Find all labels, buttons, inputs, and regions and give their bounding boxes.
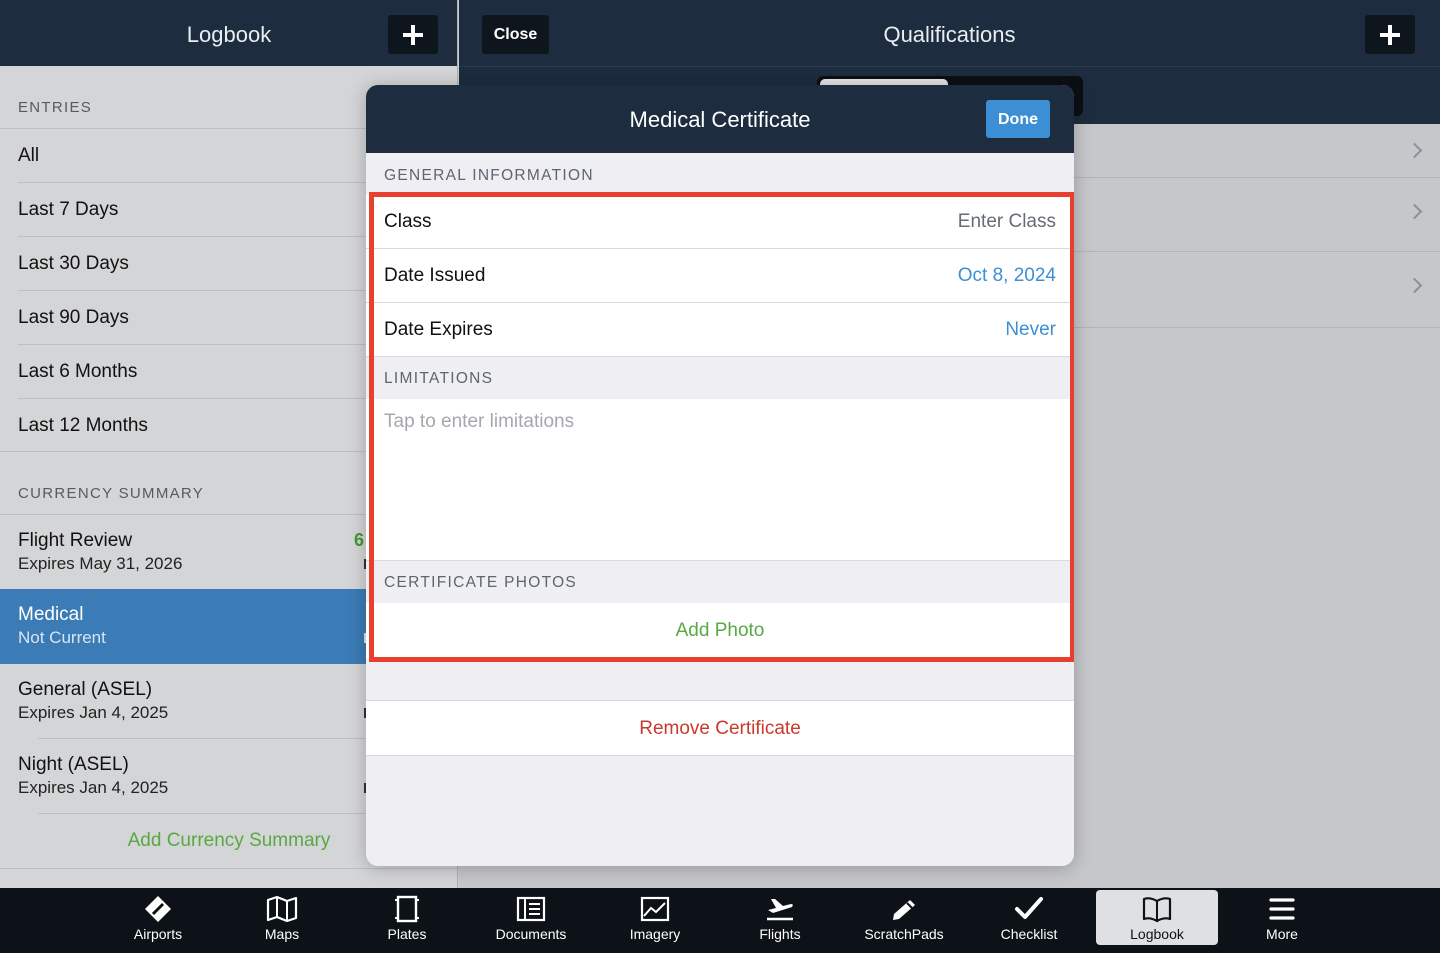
date-expires-row[interactable]: Date Expires Never (366, 303, 1074, 357)
tab-label: ScratchPads (864, 926, 944, 942)
date-expires-label: Date Expires (384, 319, 493, 340)
tab-label: Plates (387, 926, 427, 942)
airports-icon (145, 896, 171, 922)
currency-title: Medical (18, 604, 84, 625)
limitations-placeholder: Tap to enter limitations (384, 411, 575, 432)
tab-imagery[interactable]: Imagery (594, 888, 716, 953)
currency-summary-header: CURRENCY SUMMARY (18, 485, 205, 502)
tab-plates[interactable]: Plates (346, 888, 468, 953)
documents-icon (516, 896, 546, 922)
tab-label: Logbook (1130, 926, 1184, 942)
done-button[interactable]: Done (986, 100, 1050, 138)
tab-documents[interactable]: Documents (470, 888, 592, 953)
chevron-right-icon (1406, 203, 1423, 220)
dialog-title: Medical Certificate (629, 107, 811, 132)
class-input[interactable]: Enter Class (958, 195, 1056, 249)
class-label: Class (384, 211, 432, 232)
qualifications-header: Close Qualifications (459, 0, 1440, 66)
currency-subtitle: Expires Jan 4, 2025 (18, 778, 169, 797)
general-information-header: GENERAL INFORMATION (384, 167, 594, 184)
tab-label: Maps (264, 926, 300, 942)
checklist-icon (1015, 897, 1043, 919)
imagery-icon (640, 896, 670, 922)
dialog-header: Medical Certificate Done (366, 85, 1074, 153)
tab-scratchpads[interactable]: ScratchPads (843, 888, 965, 953)
medical-certificate-dialog: Medical Certificate Done GENERAL INFORMA… (366, 85, 1074, 866)
tab-label: Imagery (629, 926, 681, 942)
maps-icon (266, 895, 298, 923)
tab-label: More (1266, 926, 1298, 942)
currency-title: General (ASEL) (18, 679, 153, 700)
currency-subtitle: Expires Jan 4, 2025 (18, 703, 169, 722)
tab-flights[interactable]: Flights (719, 888, 841, 953)
tab-label: Documents (495, 926, 567, 942)
limitations-header: LIMITATIONS (384, 370, 494, 387)
class-row[interactable]: Class Enter Class (366, 195, 1074, 249)
date-issued-label: Date Issued (384, 265, 486, 286)
entries-header: ENTRIES (18, 99, 93, 116)
currency-subtitle: Expires May 31, 2026 (18, 554, 183, 573)
currency-title: Night (ASEL) (18, 754, 129, 775)
more-icon (1269, 898, 1295, 920)
scratchpads-icon (893, 900, 915, 920)
tab-checklist[interactable]: Checklist (968, 888, 1090, 953)
tab-more[interactable]: More (1221, 888, 1343, 953)
logbook-header: Logbook (0, 0, 457, 66)
qualifications-title: Qualifications (883, 22, 1016, 47)
tab-bar: Airports Maps Plates Documents Imagery F… (0, 888, 1440, 953)
certificate-photos-header: CERTIFICATE PHOTOS (384, 574, 578, 591)
flights-icon (767, 899, 793, 921)
divider (0, 868, 457, 869)
tab-label: Checklist (1000, 926, 1058, 942)
tab-label: Airports (133, 926, 183, 942)
date-issued-value[interactable]: Oct 8, 2024 (958, 249, 1056, 303)
date-expires-value[interactable]: Never (1005, 303, 1056, 357)
currency-value: 6 (354, 530, 365, 550)
limitations-textarea[interactable]: Tap to enter limitations (366, 399, 1074, 561)
tab-maps[interactable]: Maps (221, 888, 343, 953)
chevron-right-icon (1406, 142, 1423, 159)
tab-label: Flights (759, 926, 801, 942)
date-issued-row[interactable]: Date Issued Oct 8, 2024 (366, 249, 1074, 303)
chevron-right-icon (1406, 277, 1423, 294)
remove-certificate-button[interactable]: Remove Certificate (366, 700, 1074, 756)
tab-airports[interactable]: Airports (97, 888, 219, 953)
currency-title: Flight Review (18, 530, 133, 551)
currency-subtitle: Not Current (18, 628, 106, 647)
add-qualification-button[interactable] (1365, 15, 1415, 54)
tab-logbook[interactable]: Logbook (1096, 890, 1218, 945)
plates-icon (395, 895, 419, 923)
logbook-icon (1142, 897, 1172, 923)
add-entry-button[interactable] (388, 15, 438, 54)
add-photo-button[interactable]: Add Photo (366, 603, 1074, 659)
